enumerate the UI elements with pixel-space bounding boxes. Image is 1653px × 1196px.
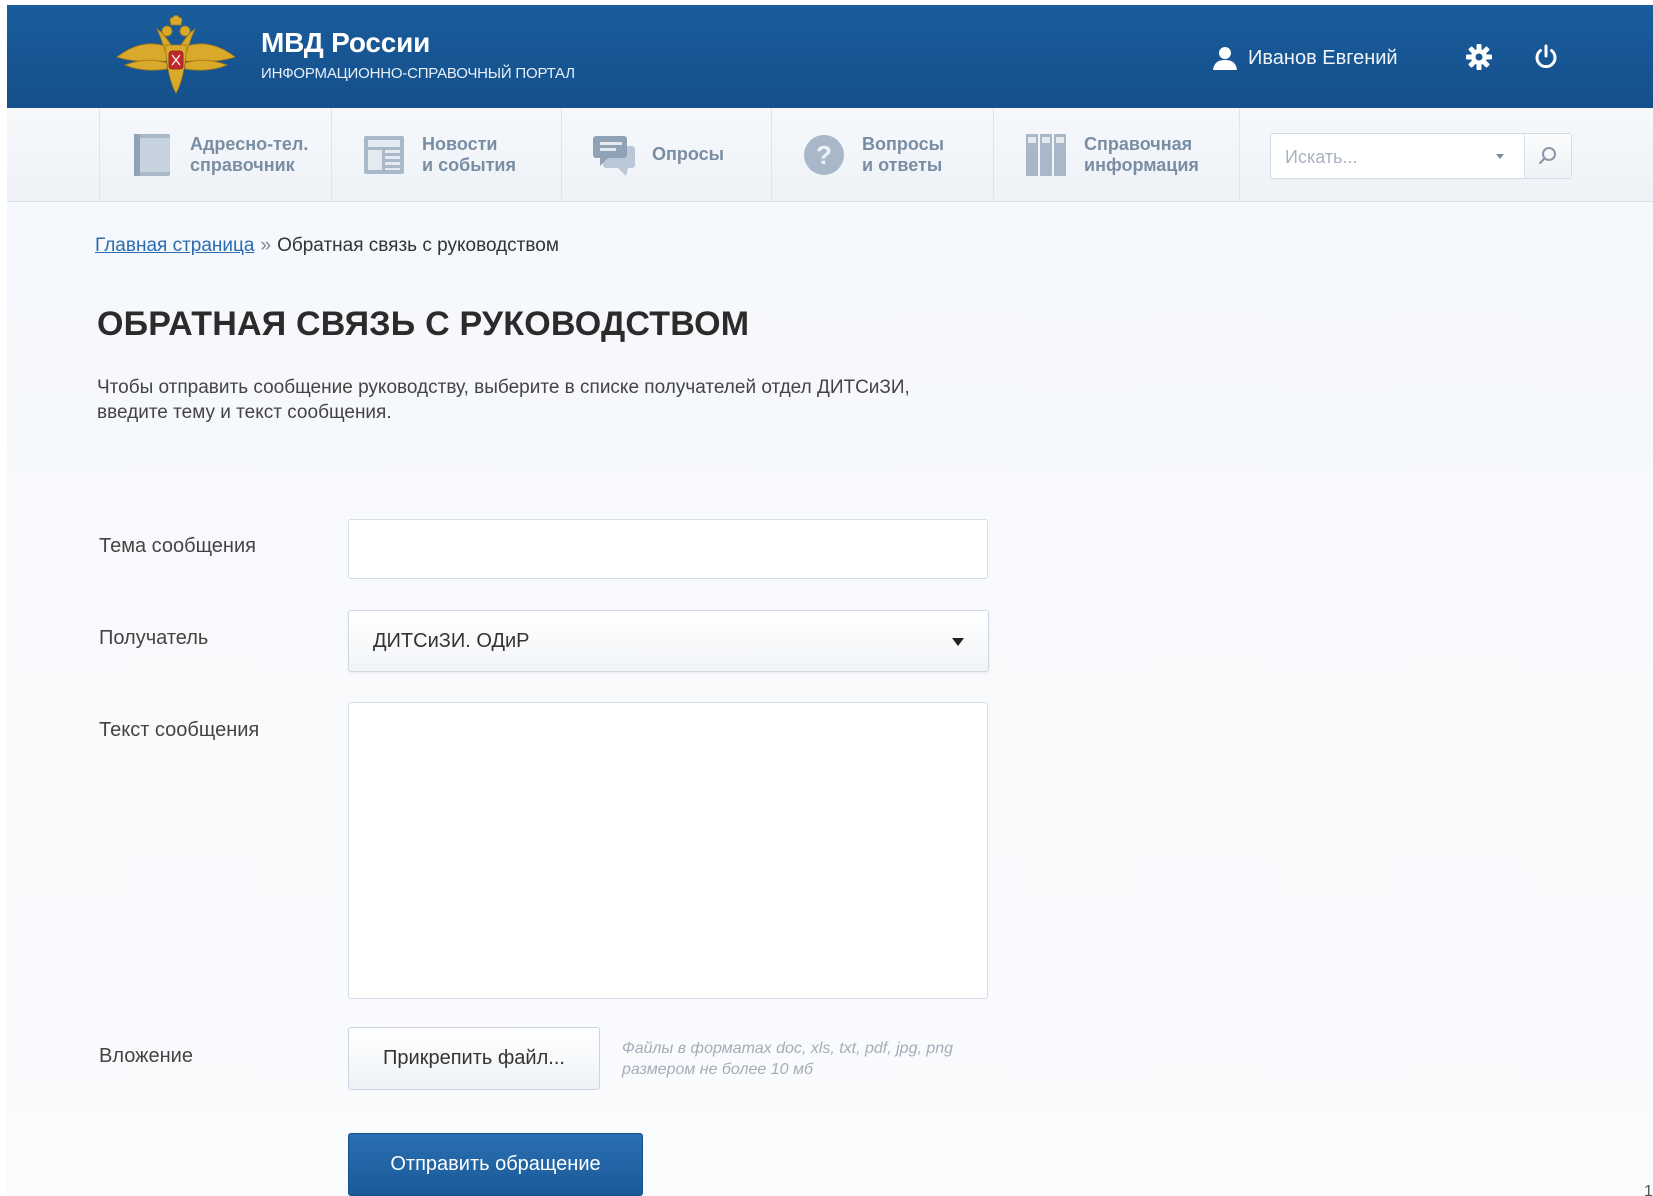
page: МВД России ИНФОРМАЦИОННО-СПРАВОЧНЫЙ ПОРТ… xyxy=(7,5,1653,1196)
nav-item-faq[interactable]: ? Вопросы и ответы xyxy=(771,108,993,201)
user-name: Иванов Евгений xyxy=(1248,46,1398,69)
attach-file-button[interactable]: Прикрепить файл... xyxy=(348,1027,600,1090)
intro-text: Чтобы отправить сообщение руководству, в… xyxy=(97,377,910,423)
recipient-label: Получатель xyxy=(99,627,209,649)
page-title: ОБРАТНАЯ СВЯЗЬ С РУКОВОДСТВОМ xyxy=(97,305,750,343)
breadcrumb-home-link[interactable]: Главная страница xyxy=(95,235,255,256)
portal-title: МВД России xyxy=(261,27,431,58)
question-icon: ? xyxy=(804,134,844,175)
page-number: 1 xyxy=(1644,1183,1653,1196)
portal-subtitle: ИНФОРМАЦИОННО-СПРАВОЧНЫЙ ПОРТАЛ xyxy=(261,65,575,82)
subject-input[interactable] xyxy=(349,520,987,578)
gear-icon[interactable] xyxy=(1465,43,1493,71)
nav-label: Вопросы и ответы xyxy=(862,133,945,175)
message-field xyxy=(348,702,988,999)
subject-field xyxy=(348,519,988,579)
user-icon xyxy=(1213,47,1237,70)
nav-divider xyxy=(1239,108,1240,201)
user-profile[interactable]: Иванов Евгений xyxy=(1212,45,1398,71)
header: МВД России ИНФОРМАЦИОННО-СПРАВОЧНЫЙ ПОРТ… xyxy=(7,5,1653,108)
subject-label: Тема сообщения xyxy=(99,535,256,557)
breadcrumb-separator: » xyxy=(260,235,272,256)
nav-label: Справочная информация xyxy=(1084,133,1199,175)
recipient-select[interactable]: ДИТСиЗИ. ОДиР xyxy=(348,610,989,672)
breadcrumb: Главная страница» Обратная связь с руково… xyxy=(95,235,559,257)
search-icon xyxy=(1538,147,1556,165)
recipient-selected-value: ДИТСиЗИ. ОДиР xyxy=(373,630,530,652)
search-button[interactable] xyxy=(1524,134,1571,178)
reference-icon xyxy=(1026,133,1066,176)
nav-item-phonebook[interactable]: Адресно-тел. справочник xyxy=(99,108,331,201)
power-icon[interactable] xyxy=(1532,43,1560,71)
nav-label: Новости и события xyxy=(422,133,516,175)
poll-icon xyxy=(593,135,635,176)
message-textarea[interactable] xyxy=(349,703,987,998)
submit-button[interactable]: Отправить обращение xyxy=(348,1133,643,1196)
svg-text:?: ? xyxy=(816,140,832,170)
chevron-down-icon xyxy=(952,638,964,646)
phonebook-icon xyxy=(134,133,170,176)
nav-label: Адресно-тел. справочник xyxy=(190,133,309,175)
nav-item-reference[interactable]: Справочная информация xyxy=(993,108,1239,201)
attachment-hint: Файлы в форматах doc, xls, txt, pdf, jpg… xyxy=(622,1040,954,1078)
search-box xyxy=(1270,133,1572,180)
chevron-down-icon[interactable] xyxy=(1495,151,1505,161)
attachment-label: Вложение xyxy=(99,1045,193,1067)
nav-item-news[interactable]: Новости и события xyxy=(331,108,561,201)
eagle-emblem-icon xyxy=(116,15,236,94)
nav-label: Опросы xyxy=(652,144,725,164)
news-icon xyxy=(364,135,404,174)
message-label: Текст сообщения xyxy=(99,719,260,741)
search-input[interactable] xyxy=(1271,134,1517,180)
breadcrumb-current: Обратная связь с руководством xyxy=(277,235,559,256)
nav-item-polls[interactable]: Опросы xyxy=(561,108,771,201)
